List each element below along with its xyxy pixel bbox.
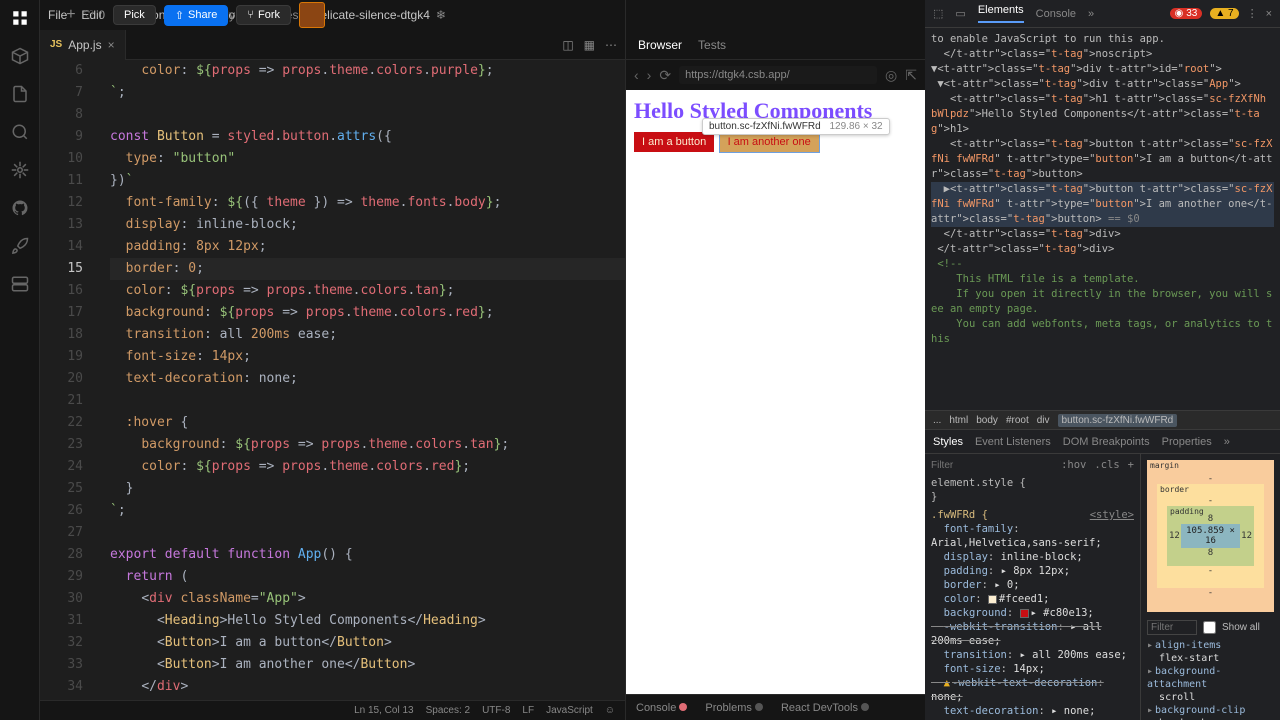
computed-filter[interactable] xyxy=(1147,620,1197,635)
devtools: ⬚ ▭ Elements Console » ◉ 33 ▲ 7 ⋮ × to e… xyxy=(925,0,1280,720)
crumb-div[interactable]: div xyxy=(1037,415,1050,426)
warn-badge[interactable]: ▲ 7 xyxy=(1210,8,1238,19)
settings-icon[interactable] xyxy=(10,160,30,180)
crumb-more[interactable]: ... xyxy=(933,415,941,426)
split-icon[interactable]: ◫ xyxy=(562,38,573,52)
problems-tab[interactable]: Problems xyxy=(705,702,763,714)
share-button[interactable]: ⇧Share xyxy=(164,5,229,26)
console-tab[interactable]: Console xyxy=(1036,8,1076,20)
target-icon[interactable]: ◎ xyxy=(885,67,897,84)
preview-tabs: Browser Tests xyxy=(626,30,925,60)
styles-tabs: Styles Event Listeners DOM Breakpoints P… xyxy=(925,430,1280,454)
js-icon: JS xyxy=(50,39,62,50)
more-styles-icon[interactable]: » xyxy=(1224,436,1230,448)
styles-filter[interactable] xyxy=(931,460,991,471)
box-icon[interactable] xyxy=(10,46,30,66)
crumb-root[interactable]: #root xyxy=(1006,415,1029,426)
tab-tests[interactable]: Tests xyxy=(698,38,726,52)
tab-browser[interactable]: Browser xyxy=(638,38,682,52)
grid-layout-icon[interactable]: ▦ xyxy=(584,38,595,52)
lang[interactable]: JavaScript xyxy=(546,705,593,716)
menu-file[interactable]: File xyxy=(48,8,67,22)
topbar: File Edit Selection View Go Help My Sand… xyxy=(40,0,625,30)
tab-filename: App.js xyxy=(68,38,101,52)
dom-breadcrumbs: ... html body #root div button.sc-fzXfNi… xyxy=(925,410,1280,430)
properties-tab[interactable]: Properties xyxy=(1162,436,1212,448)
encoding[interactable]: UTF-8 xyxy=(482,705,510,716)
crumb-body[interactable]: body xyxy=(976,415,998,426)
popout-icon[interactable]: ⇱ xyxy=(905,67,917,84)
server-icon[interactable] xyxy=(10,274,30,294)
elements-tab[interactable]: Elements xyxy=(978,4,1024,23)
avatar[interactable] xyxy=(299,2,325,28)
box-model[interactable]: margin- border- padding8 12 105.859 × 16… xyxy=(1147,460,1274,612)
editor-tabs: JS App.js × ◫ ▦ ⋯ xyxy=(40,30,625,60)
more-tabs-icon[interactable]: » xyxy=(1088,8,1094,20)
search-icon[interactable] xyxy=(10,122,30,142)
reload-icon[interactable]: ⟳ xyxy=(659,67,671,84)
statusbar: Ln 15, Col 13 Spaces: 2 UTF-8 LF JavaScr… xyxy=(40,700,625,720)
fork-button[interactable]: ⑂Fork xyxy=(236,5,291,25)
devtools-close-icon[interactable]: × xyxy=(1266,8,1272,20)
frozen-icon: ❄ xyxy=(436,8,446,22)
file-icon[interactable] xyxy=(10,84,30,104)
fork-icon: ⑂ xyxy=(247,9,254,21)
computed-pane: margin- border- padding8 12 105.859 × 16… xyxy=(1140,454,1280,720)
cls-toggle[interactable]: .cls xyxy=(1094,458,1119,472)
code-editor[interactable]: 6789101112131415161718192021222324252627… xyxy=(40,60,625,700)
crumb-html[interactable]: html xyxy=(949,415,968,426)
preview-bottom-tabs: Console Problems React DevTools xyxy=(626,694,925,720)
back-icon[interactable]: ‹ xyxy=(634,67,639,83)
share-icon: ⇧ xyxy=(175,9,184,22)
dom-tree[interactable]: to enable JavaScript to run this app. </… xyxy=(925,28,1280,410)
github-icon[interactable] xyxy=(10,198,30,218)
inspect-tooltip: button.sc-fzXfNi.fwWFRd 129.86 × 32 xyxy=(702,118,890,135)
grid-icon[interactable] xyxy=(10,8,30,28)
console-tab[interactable]: Console xyxy=(636,702,687,714)
more-icon[interactable]: ⋯ xyxy=(605,38,617,52)
styles-pane[interactable]: :hov .cls + element.style { } .fwWFRd {<… xyxy=(925,454,1140,720)
crumb-button[interactable]: button.sc-fzXfNi.fwWFRd xyxy=(1058,414,1178,427)
feedback-icon[interactable]: ☺ xyxy=(605,705,615,716)
like-button[interactable]: ♡ 0 xyxy=(84,8,105,22)
rocket-icon[interactable] xyxy=(10,236,30,256)
indent[interactable]: Spaces: 2 xyxy=(426,705,470,716)
react-devtools-tab[interactable]: React DevTools xyxy=(781,702,869,714)
pick-button[interactable]: Pick xyxy=(113,5,156,25)
url-bar: ‹ › ⟳ ◎ ⇱ xyxy=(626,60,925,90)
eol[interactable]: LF xyxy=(522,705,534,716)
activity-bar xyxy=(0,0,40,720)
styles-tab[interactable]: Styles xyxy=(933,436,963,448)
devtools-tabs: ⬚ ▭ Elements Console » ◉ 33 ▲ 7 ⋮ × xyxy=(925,0,1280,28)
add-icon[interactable]: + xyxy=(66,6,75,24)
preview-frame[interactable]: Hello Styled Components button.sc-fzXfNi… xyxy=(626,90,925,694)
close-icon[interactable]: × xyxy=(108,38,115,52)
cursor-pos[interactable]: Ln 15, Col 13 xyxy=(354,705,414,716)
event-listeners-tab[interactable]: Event Listeners xyxy=(975,436,1051,448)
devtools-menu-icon[interactable]: ⋮ xyxy=(1247,7,1258,20)
url-input[interactable] xyxy=(679,66,877,84)
forward-icon[interactable]: › xyxy=(647,67,652,83)
tab-app-js[interactable]: JS App.js × xyxy=(40,30,126,60)
preview-button-1[interactable]: I am a button xyxy=(634,132,714,152)
add-rule-icon[interactable]: + xyxy=(1128,458,1134,472)
hov-toggle[interactable]: :hov xyxy=(1061,458,1086,472)
show-all-checkbox[interactable] xyxy=(1203,621,1216,634)
inspect-icon[interactable]: ⬚ xyxy=(933,7,943,20)
dom-breakpoints-tab[interactable]: DOM Breakpoints xyxy=(1063,436,1150,448)
preview-button-2[interactable]: I am another one xyxy=(720,132,819,152)
device-icon[interactable]: ▭ xyxy=(955,7,965,20)
breadcrumb-project[interactable]: delicate-silence-dtgk4 xyxy=(314,8,430,22)
error-badge[interactable]: ◉ 33 xyxy=(1170,8,1203,19)
